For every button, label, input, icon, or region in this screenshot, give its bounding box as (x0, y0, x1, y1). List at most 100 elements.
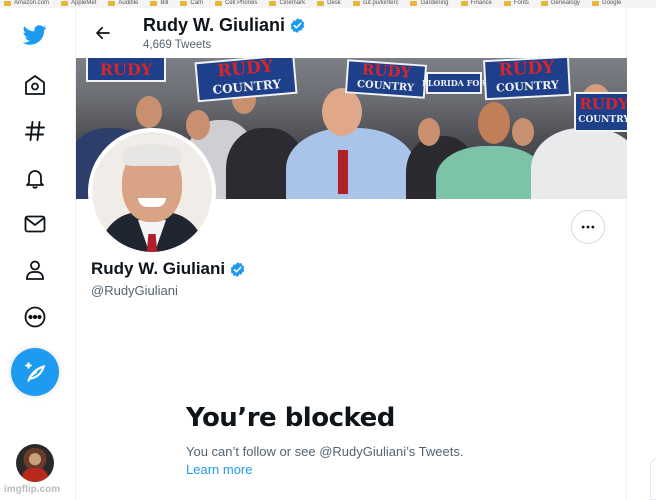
bookmark-item[interactable]: Amazon.com (4, 0, 49, 8)
profile-photo (92, 132, 212, 252)
nav-explore-button[interactable] (14, 110, 56, 152)
banner-sign: FLORIDA FOR (422, 72, 486, 94)
more-horizontal-icon (581, 225, 595, 229)
bookmark-item[interactable]: Genealogy (540, 0, 580, 8)
bookmark-label: Fonts (513, 0, 529, 6)
folder-icon (591, 0, 599, 6)
profile-header-bar: Rudy W. Giuliani 4,669 Tweets (76, 8, 627, 58)
account-avatar[interactable] (16, 444, 54, 482)
banner-sign: RUDY COUNTRY (483, 58, 571, 101)
blocked-message: You can’t follow or see @RudyGiuliani’s … (186, 444, 464, 459)
bookmark-item[interactable]: cut.pu/kinterc (352, 0, 399, 8)
banner-sign-text: COUNTRY (578, 115, 627, 125)
folder-icon (317, 0, 325, 6)
bookmark-label: Genealogy (550, 0, 580, 6)
profile-display-name: Rudy W. Giuliani (91, 259, 226, 278)
banner-head (322, 88, 362, 136)
arrow-left-icon (96, 26, 110, 40)
folder-icon (503, 0, 511, 6)
bookmark-label: Cam (190, 0, 204, 6)
banner-head (418, 118, 440, 146)
banner-head (478, 102, 510, 144)
bookmark-item[interactable]: Desk (317, 0, 341, 8)
banner-person (531, 128, 627, 199)
folder-icon (108, 0, 116, 6)
profile-more-button[interactable] (571, 210, 605, 244)
folder-icon (410, 0, 418, 6)
profile-name: Rudy W. Giuliani (91, 259, 246, 279)
banner-red-tie (338, 150, 348, 194)
bell-icon (26, 170, 44, 189)
bookmark-label: Cell Phones (225, 0, 258, 6)
bookmark-label: Cinemark (279, 0, 306, 6)
nav-more-button[interactable] (14, 296, 56, 338)
bookmark-label: Audible (118, 0, 139, 6)
banner-head (136, 96, 162, 128)
banner-person (436, 146, 546, 199)
banner-sign-text: COUNTRY (356, 79, 415, 94)
banner-sign: RUDY COUNTRY (194, 58, 298, 103)
twitter-bird-icon (23, 25, 47, 45)
twitter-logo-button[interactable] (14, 14, 56, 56)
bookmark-item[interactable]: Finance (460, 0, 492, 8)
folder-icon (352, 0, 360, 6)
bookmark-item[interactable]: Audible (108, 0, 138, 8)
folder-icon (150, 0, 158, 6)
more-circle-icon (24, 306, 46, 328)
back-button[interactable] (90, 20, 116, 46)
verified-badge-icon (290, 18, 305, 33)
banner-sign-text: FLORIDA (422, 78, 464, 88)
bookmark-item[interactable]: Cam (180, 0, 203, 8)
bookmark-label: Finance (470, 0, 492, 6)
compose-tweet-button[interactable] (11, 348, 59, 396)
bookmark-label: AppleMet (71, 0, 97, 6)
bookmark-item[interactable]: Gardening (410, 0, 449, 8)
profile-avatar[interactable] (88, 128, 216, 256)
folder-icon (460, 0, 468, 6)
banner-sign-text: COUNTRY (495, 78, 560, 95)
right-panel-edge (650, 458, 656, 500)
banner-head (186, 110, 210, 140)
bookmark-label: Bill (160, 0, 169, 6)
bookmark-item[interactable]: Bill (150, 0, 168, 8)
bookmark-label: cut.pu/kinterc (362, 0, 399, 6)
person-icon (26, 260, 44, 280)
bookmark-label: Google (601, 0, 622, 6)
banner-sign: RUDY COUNTRY (574, 92, 627, 132)
bookmarks-bar: Amazon.com AppleMet Audible Bill Cam Cell Pho… (0, 0, 656, 8)
nav-profile-button[interactable] (14, 249, 56, 291)
bookmark-item[interactable]: Google (591, 0, 622, 8)
folder-icon (180, 0, 188, 6)
profile-handle: @RudyGiuliani (91, 283, 178, 298)
compose-feather-icon (25, 362, 46, 382)
folder-icon (540, 0, 548, 6)
header-title: Rudy W. Giuliani (143, 15, 306, 36)
bookmark-item[interactable]: AppleMet (61, 0, 96, 8)
bookmark-label: Amazon.com (14, 0, 50, 6)
banner-sign: RUDY COUNTRY (344, 59, 428, 99)
banner-sign: RUDY (86, 58, 166, 82)
nav-notifications-button[interactable] (14, 157, 56, 199)
header-name: Rudy W. Giuliani (143, 15, 286, 35)
nav-home-button[interactable] (14, 64, 56, 106)
banner-sign-text: RUDY (579, 95, 627, 113)
envelope-icon (24, 215, 46, 233)
folder-icon (4, 0, 11, 6)
bookmark-item[interactable]: Cell Phones (215, 0, 257, 8)
hashtag-icon (25, 121, 45, 141)
bookmark-item[interactable]: Cinemark (269, 0, 305, 8)
bookmark-label: Gardening (420, 0, 449, 6)
watermark: imgflip.com (4, 484, 61, 495)
sidebar-nav (0, 8, 76, 500)
nav-messages-button[interactable] (14, 203, 56, 245)
verified-badge-icon (230, 261, 245, 277)
folder-icon (61, 0, 69, 6)
learn-more-link[interactable]: Learn more (186, 462, 252, 477)
folder-icon (215, 0, 223, 6)
folder-icon (269, 0, 277, 6)
bookmark-item[interactable]: Fonts (503, 0, 529, 8)
bookmark-label: Desk (327, 0, 341, 6)
blocked-title: You’re blocked (186, 403, 395, 433)
profile-column: Rudy W. Giuliani 4,669 Tweets RUDY RUDY … (76, 8, 627, 500)
banner-sign-text: RUDY (99, 59, 153, 79)
